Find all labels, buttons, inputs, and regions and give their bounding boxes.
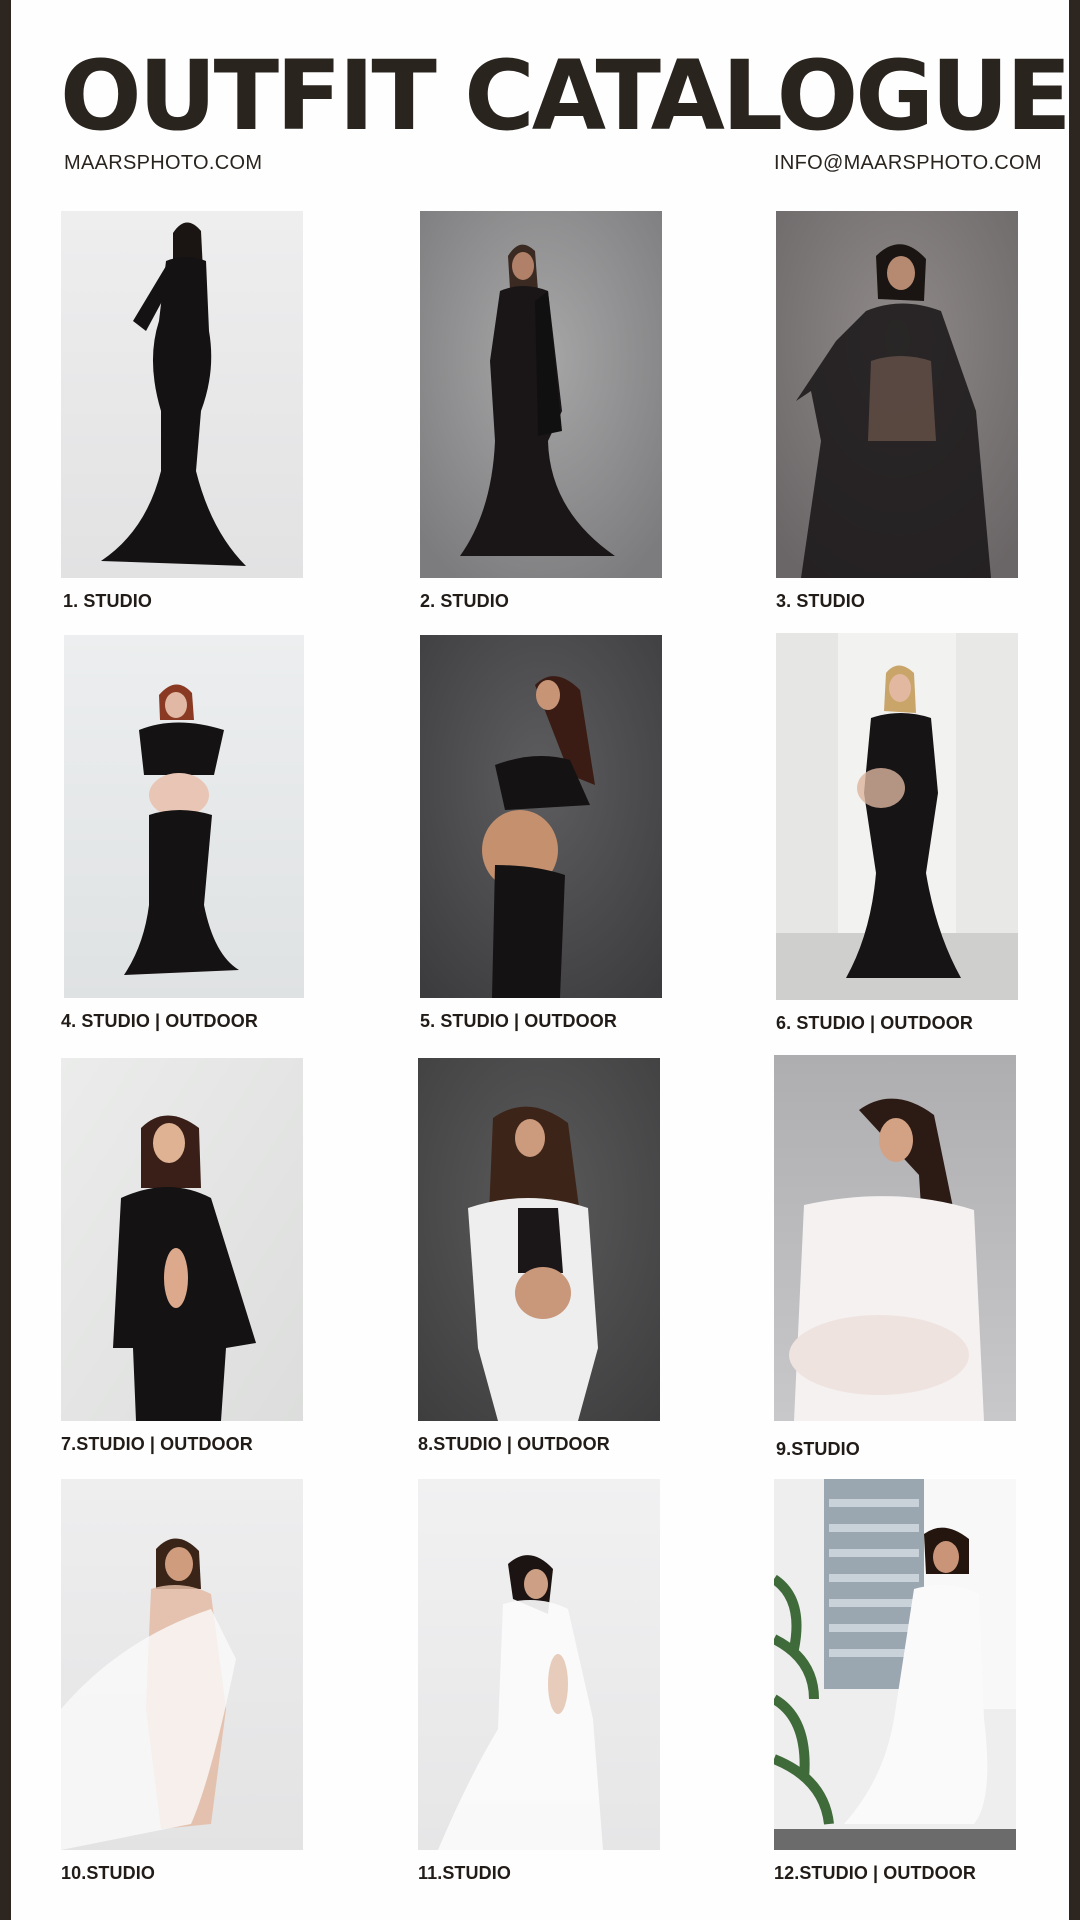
- outfit-photo: [420, 635, 662, 998]
- outfit-caption: 12.STUDIO | OUTDOOR: [774, 1863, 976, 1883]
- page-title: OUTFIT CATALOGUE: [60, 40, 1072, 152]
- outfit-caption: 5. STUDIO | OUTDOOR: [420, 1011, 617, 1031]
- outfit-caption: 2. STUDIO: [420, 591, 509, 611]
- outfit-photo: [61, 1058, 303, 1421]
- outfit-caption: 3. STUDIO: [776, 591, 865, 611]
- outfit-caption: 10.STUDIO: [61, 1863, 155, 1883]
- outfit-photo: [61, 1479, 303, 1850]
- outfit-caption: 9.STUDIO: [776, 1439, 860, 1459]
- outfit-caption: 6. STUDIO | OUTDOOR: [776, 1013, 973, 1033]
- right-border: [1069, 0, 1080, 1920]
- outfit-caption: 1. STUDIO: [63, 591, 152, 611]
- website-link[interactable]: MAARSPHOTO.COM: [64, 150, 262, 176]
- outfit-photo: [418, 1058, 660, 1421]
- outfit-photo: [64, 635, 304, 998]
- outfit-photo: [61, 211, 303, 578]
- outfit-caption: 7.STUDIO | OUTDOOR: [61, 1434, 253, 1454]
- outfit-caption: 8.STUDIO | OUTDOOR: [418, 1434, 610, 1454]
- outfit-photo: [776, 633, 1018, 1000]
- outfit-photo: [774, 1055, 1016, 1421]
- outfit-photo: [774, 1479, 1016, 1850]
- outfit-photo: [420, 211, 662, 578]
- email-link[interactable]: INFO@MAARSPHOTO.COM: [774, 150, 1042, 176]
- outfit-photo: [776, 211, 1018, 578]
- outfit-caption: 4. STUDIO | OUTDOOR: [61, 1011, 258, 1031]
- outfit-photo: [418, 1479, 660, 1850]
- outfit-caption: 11.STUDIO: [418, 1863, 511, 1883]
- left-border: [0, 0, 11, 1920]
